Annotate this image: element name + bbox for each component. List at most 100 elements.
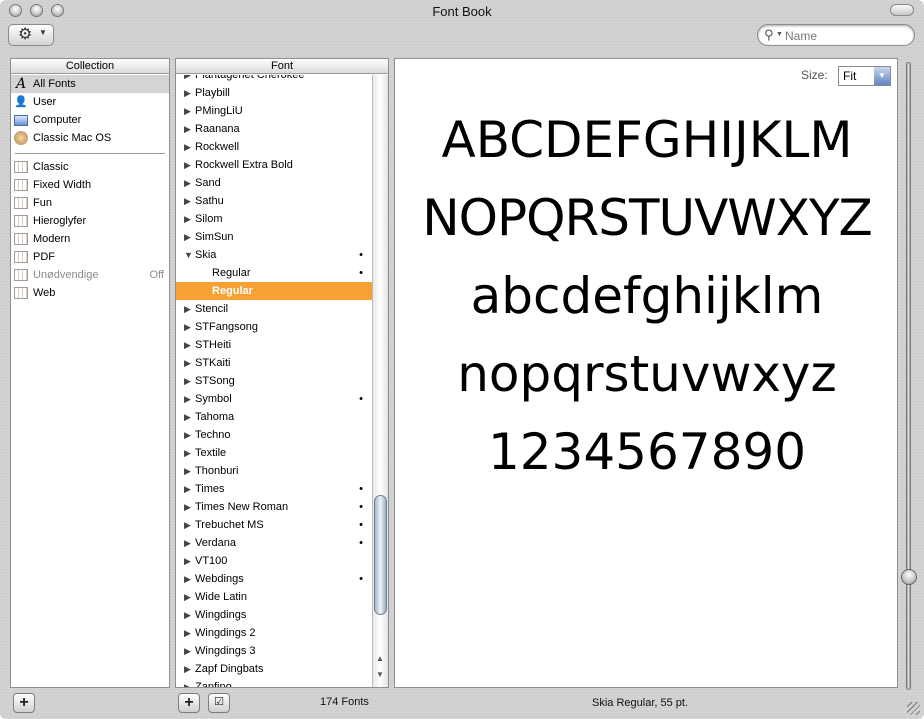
disclosure-closed-icon[interactable]: ▶ bbox=[184, 174, 191, 192]
font-family-row[interactable]: ▼ Skia • bbox=[176, 246, 372, 264]
font-family-row[interactable]: ▶ STHeiti bbox=[176, 336, 372, 354]
search-input[interactable] bbox=[785, 28, 905, 43]
disclosure-closed-icon[interactable]: ▶ bbox=[184, 390, 191, 408]
disclosure-closed-icon[interactable]: ▶ bbox=[184, 516, 191, 534]
font-family-row[interactable]: ▶ Wingdings 2 bbox=[176, 624, 372, 642]
disclosure-closed-icon[interactable]: ▶ bbox=[184, 138, 191, 156]
collection-item-pdf[interactable]: PDF bbox=[11, 248, 169, 266]
preview-uppercase-2: NOPQRSTUVWXYZ bbox=[422, 189, 873, 247]
font-family-row[interactable]: ▶ Verdana • bbox=[176, 534, 372, 552]
font-family-row[interactable]: ▶ Sand bbox=[176, 174, 372, 192]
enable-font-button[interactable]: ☑ bbox=[208, 693, 230, 713]
font-family-row[interactable]: ▶ Wingdings 3 bbox=[176, 642, 372, 660]
scroll-up-arrow-icon[interactable]: ▲ bbox=[376, 654, 384, 663]
disclosure-closed-icon[interactable]: ▶ bbox=[184, 588, 191, 606]
collection-item-classic-mac-os[interactable]: Classic Mac OS bbox=[11, 129, 169, 147]
scrollbar-thumb[interactable] bbox=[374, 495, 387, 615]
collection-item-fun[interactable]: Fun bbox=[11, 194, 169, 212]
collection-item-computer[interactable]: Computer bbox=[11, 111, 169, 129]
collection-item-all-fonts[interactable]: A All Fonts bbox=[11, 75, 169, 93]
font-family-row[interactable]: ▶ STFangsong bbox=[176, 318, 372, 336]
font-style-row[interactable]: Regular bbox=[176, 282, 372, 300]
size-slider-knob[interactable] bbox=[901, 569, 917, 585]
disclosure-closed-icon[interactable]: ▶ bbox=[184, 318, 191, 336]
add-font-button[interactable]: + bbox=[178, 693, 200, 713]
size-select[interactable]: Fit ▼ bbox=[838, 66, 891, 86]
add-collection-button[interactable]: + bbox=[13, 693, 35, 713]
disclosure-closed-icon[interactable]: ▶ bbox=[184, 408, 191, 426]
font-family-row[interactable]: ▶ Thonburi bbox=[176, 462, 372, 480]
toolbar-toggle-button[interactable] bbox=[890, 4, 914, 16]
disclosure-closed-icon[interactable]: ▶ bbox=[184, 642, 191, 660]
scroll-down-arrow-icon[interactable]: ▼ bbox=[376, 670, 384, 679]
font-family-row[interactable]: ▶ STKaiti bbox=[176, 354, 372, 372]
font-family-row[interactable]: ▶ Plantagenet Cherokee bbox=[176, 75, 372, 84]
font-family-row[interactable]: ▶ Rockwell bbox=[176, 138, 372, 156]
font-family-row[interactable]: ▶ Stencil bbox=[176, 300, 372, 318]
font-family-row[interactable]: ▶ Textile bbox=[176, 444, 372, 462]
font-family-row[interactable]: ▶ Symbol • bbox=[176, 390, 372, 408]
disclosure-closed-icon[interactable]: ▶ bbox=[184, 84, 191, 102]
disclosure-closed-icon[interactable]: ▶ bbox=[184, 210, 191, 228]
disclosure-closed-icon[interactable]: ▶ bbox=[184, 120, 191, 138]
disclosure-closed-icon[interactable]: ▶ bbox=[184, 444, 191, 462]
font-family-row[interactable]: ▶ Zapfino bbox=[176, 678, 372, 687]
disclosure-closed-icon[interactable]: ▶ bbox=[184, 606, 191, 624]
collection-item-fixed-width[interactable]: Fixed Width bbox=[11, 176, 169, 194]
font-family-row[interactable]: ▶ Silom bbox=[176, 210, 372, 228]
disclosure-open-icon[interactable]: ▼ bbox=[184, 246, 193, 264]
action-menu-button[interactable]: ⚙ ▼ bbox=[8, 24, 54, 46]
disclosure-closed-icon[interactable]: ▶ bbox=[184, 75, 191, 84]
font-family-row[interactable]: ▶ Tahoma bbox=[176, 408, 372, 426]
disclosure-closed-icon[interactable]: ▶ bbox=[184, 372, 191, 390]
disclosure-closed-icon[interactable]: ▶ bbox=[184, 570, 191, 588]
font-style-row[interactable]: Regular • bbox=[176, 264, 372, 282]
collection-header[interactable]: Collection bbox=[11, 59, 169, 74]
disclosure-closed-icon[interactable]: ▶ bbox=[184, 552, 191, 570]
disclosure-closed-icon[interactable]: ▶ bbox=[184, 462, 191, 480]
collection-item-classic[interactable]: Classic bbox=[11, 158, 169, 176]
disclosure-closed-icon[interactable]: ▶ bbox=[184, 660, 191, 678]
font-family-row[interactable]: ▶ Times New Roman • bbox=[176, 498, 372, 516]
disclosure-closed-icon[interactable]: ▶ bbox=[184, 300, 191, 318]
font-family-row[interactable]: ▶ PMingLiU bbox=[176, 102, 372, 120]
collection-item-user[interactable]: 👤 User bbox=[11, 93, 169, 111]
disclosure-closed-icon[interactable]: ▶ bbox=[184, 498, 191, 516]
disclosure-closed-icon[interactable]: ▶ bbox=[184, 354, 191, 372]
disclosure-closed-icon[interactable]: ▶ bbox=[184, 156, 191, 174]
font-family-row[interactable]: ▶ Techno bbox=[176, 426, 372, 444]
font-family-row[interactable]: ▶ Times • bbox=[176, 480, 372, 498]
collection-item-hieroglyfer[interactable]: Hieroglyfer bbox=[11, 212, 169, 230]
collection-item-web[interactable]: Web bbox=[11, 284, 169, 302]
disclosure-closed-icon[interactable]: ▶ bbox=[184, 192, 191, 210]
font-list-scrollbar[interactable]: ▲ ▼ bbox=[372, 75, 388, 687]
collection-item-modern[interactable]: Modern bbox=[11, 230, 169, 248]
font-family-row[interactable]: ▶ Raanana bbox=[176, 120, 372, 138]
font-family-row[interactable]: ▶ Wide Latin bbox=[176, 588, 372, 606]
font-family-row[interactable]: ▶ Sathu bbox=[176, 192, 372, 210]
font-family-row[interactable]: ▶ Rockwell Extra Bold bbox=[176, 156, 372, 174]
collection-item-unodvendige[interactable]: Unødvendige Off bbox=[11, 266, 169, 284]
disclosure-closed-icon[interactable]: ▶ bbox=[184, 228, 191, 246]
font-family-row[interactable]: ▶ VT100 bbox=[176, 552, 372, 570]
font-family-row[interactable]: ▶ Playbill bbox=[176, 84, 372, 102]
font-family-row[interactable]: ▶ Wingdings bbox=[176, 606, 372, 624]
font-row-label: Playbill bbox=[195, 87, 230, 99]
size-slider-track[interactable] bbox=[906, 62, 911, 690]
book-icon bbox=[14, 233, 28, 245]
disclosure-closed-icon[interactable]: ▶ bbox=[184, 480, 191, 498]
font-family-row[interactable]: ▶ Zapf Dingbats bbox=[176, 660, 372, 678]
font-family-row[interactable]: ▶ SimSun bbox=[176, 228, 372, 246]
disclosure-closed-icon[interactable]: ▶ bbox=[184, 534, 191, 552]
disclosure-closed-icon[interactable]: ▶ bbox=[184, 678, 191, 687]
disclosure-closed-icon[interactable]: ▶ bbox=[184, 336, 191, 354]
font-family-row[interactable]: ▶ Webdings • bbox=[176, 570, 372, 588]
resize-grip-icon[interactable] bbox=[907, 702, 920, 715]
font-header[interactable]: Font bbox=[176, 59, 388, 74]
disclosure-closed-icon[interactable]: ▶ bbox=[184, 624, 191, 642]
disclosure-closed-icon[interactable]: ▶ bbox=[184, 102, 191, 120]
font-family-row[interactable]: ▶ Trebuchet MS • bbox=[176, 516, 372, 534]
disclosure-closed-icon[interactable]: ▶ bbox=[184, 426, 191, 444]
font-family-row[interactable]: ▶ STSong bbox=[176, 372, 372, 390]
search-field[interactable]: ⚲ ▼ bbox=[757, 24, 915, 46]
